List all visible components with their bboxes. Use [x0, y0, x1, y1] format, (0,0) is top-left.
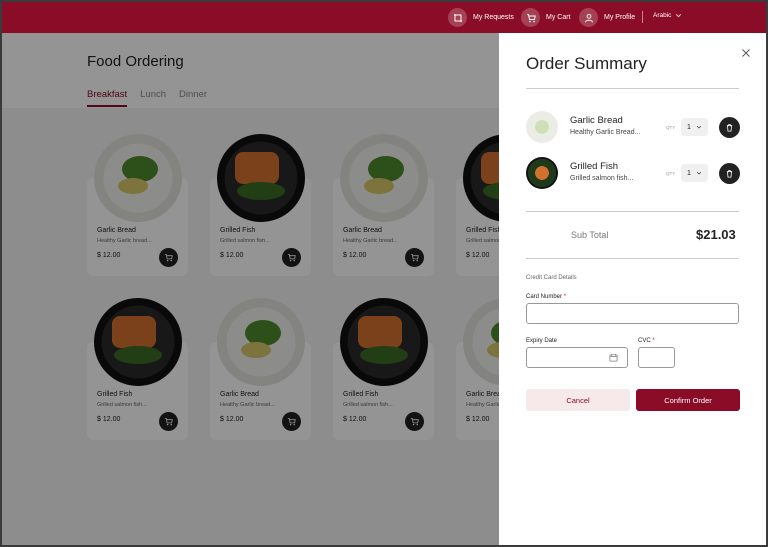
- remove-item-button[interactable]: [719, 163, 740, 184]
- nav-divider: [642, 11, 643, 23]
- language-label: Arabic: [653, 12, 672, 19]
- confirm-order-button[interactable]: Confirm Order: [636, 389, 740, 411]
- item-description: Grilled salmon fish...: [570, 175, 634, 182]
- user-icon: [579, 8, 598, 27]
- chevron-down-icon: [696, 171, 702, 175]
- chevron-down-icon: [676, 14, 682, 18]
- cvc-label: CVC *: [638, 338, 655, 344]
- cart-icon: [521, 8, 540, 27]
- my-profile-label: My Profile: [604, 14, 636, 21]
- item-description: Healthy Garlic Bread...: [570, 129, 641, 136]
- remove-item-button[interactable]: [719, 117, 740, 138]
- cvc-field[interactable]: [638, 347, 675, 368]
- grilled-fish-thumbnail: [526, 157, 558, 189]
- close-button[interactable]: [741, 45, 751, 57]
- quantity-select[interactable]: 1: [681, 164, 708, 182]
- cancel-button[interactable]: Cancel: [526, 389, 630, 411]
- garlic-bread-thumbnail: [526, 111, 558, 143]
- order-item: Garlic Bread Healthy Garlic Bread... QTY…: [526, 111, 740, 145]
- divider: [526, 258, 739, 259]
- my-cart-label: My Cart: [546, 14, 571, 21]
- my-profile-button[interactable]: My Profile: [579, 7, 635, 28]
- top-navigation-bar: My Requests My Cart My Profile Arabic: [2, 2, 766, 33]
- my-requests-label: My Requests: [473, 14, 514, 21]
- credit-card-section-label: Credit Card Details: [526, 275, 577, 281]
- subtotal-label: Sub Total: [571, 230, 609, 240]
- close-icon: [742, 49, 750, 57]
- expiry-date-label: Expiry Date: [526, 338, 558, 344]
- item-name: Grilled Fish: [570, 161, 619, 172]
- calendar-icon[interactable]: [609, 353, 618, 362]
- divider: [526, 211, 739, 212]
- order-summary-panel: Order Summary Garlic Bread Healthy Garli…: [499, 33, 766, 545]
- my-requests-button[interactable]: My Requests: [448, 7, 514, 28]
- quantity-value: 1: [687, 169, 691, 177]
- trash-icon: [726, 170, 733, 178]
- app-window: My Requests My Cart My Profile Arabic Fo…: [2, 2, 766, 545]
- requests-icon: [448, 8, 467, 27]
- order-item: Grilled Fish Grilled salmon fish... QTY …: [526, 157, 740, 191]
- language-selector[interactable]: Arabic: [653, 12, 682, 19]
- subtotal-value: $21.03: [696, 227, 736, 242]
- card-number-label: Card Number *: [526, 294, 567, 300]
- quantity-value: 1: [687, 123, 691, 131]
- quantity-select[interactable]: 1: [681, 118, 708, 136]
- panel-title: Order Summary: [526, 54, 647, 73]
- my-cart-button[interactable]: My Cart: [521, 7, 571, 28]
- qty-label: QTY: [666, 125, 676, 130]
- trash-icon: [726, 124, 733, 132]
- item-name: Garlic Bread: [570, 115, 623, 126]
- card-number-field[interactable]: [526, 303, 739, 324]
- chevron-down-icon: [696, 125, 702, 129]
- divider: [526, 88, 739, 89]
- qty-label: QTY: [666, 171, 676, 176]
